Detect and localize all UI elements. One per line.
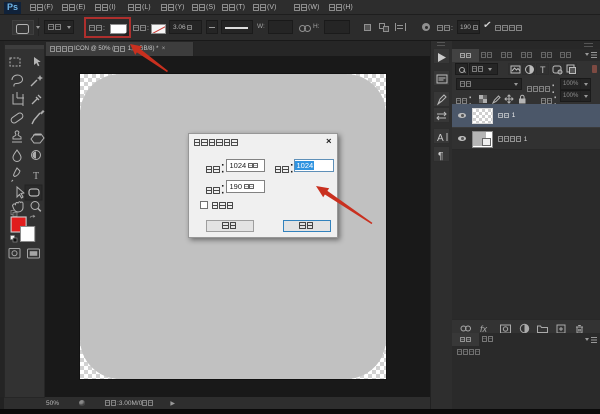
svg-text:¶: ¶ (438, 151, 443, 162)
svg-text:T: T (540, 65, 546, 75)
svg-text:A: A (437, 133, 444, 144)
svg-text:T: T (33, 171, 39, 182)
